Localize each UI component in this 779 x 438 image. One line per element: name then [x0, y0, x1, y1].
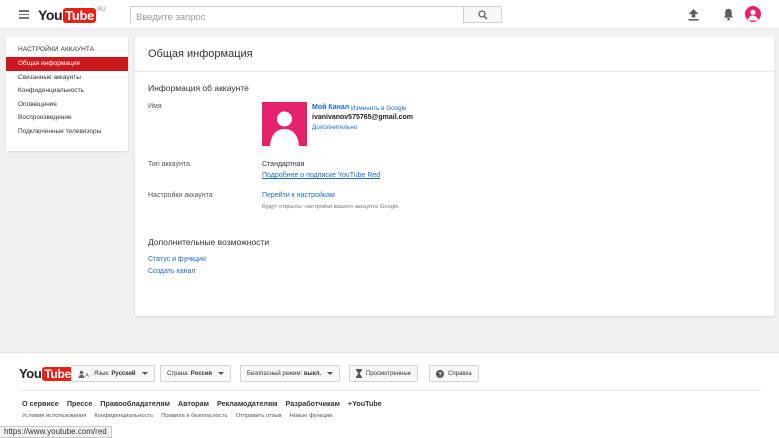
sidebar-item-overview[interactable]: Общая информация: [6, 57, 128, 71]
sidebar-item-privacy[interactable]: Конфиденциальность: [6, 84, 128, 98]
footer-link-press[interactable]: Прессе: [67, 399, 92, 408]
upload-icon[interactable]: [688, 8, 699, 26]
youtube-red-link[interactable]: Подробнее о подписке YouTube Red: [262, 172, 380, 179]
history-button[interactable]: Просмотренные: [349, 365, 419, 382]
status-features-link[interactable]: Статус и функции: [148, 256, 206, 263]
footer-logo[interactable]: You Tube: [19, 366, 73, 381]
hourglass-icon: [356, 369, 362, 378]
search-input[interactable]: [131, 10, 463, 25]
youtube-logo[interactable]: You Tube RU: [38, 7, 106, 23]
channel-avatar[interactable]: [262, 102, 307, 146]
channel-name-link[interactable]: Мой Канал: [312, 104, 349, 111]
top-bar: You Tube RU: [0, 0, 779, 29]
go-to-settings-link[interactable]: Перейти к настройкам: [262, 192, 335, 199]
footer-logo-tube: Tube: [42, 366, 73, 381]
page-title: Общая информация: [148, 48, 253, 60]
name-label: Имя: [148, 103, 162, 110]
footer-link-creators[interactable]: Авторам: [178, 399, 209, 408]
safe-mode-label: Безопасный режим:: [247, 370, 303, 377]
country-label: Страна:: [167, 370, 190, 377]
footer-link-policy-safety[interactable]: Правила и безопасность: [161, 413, 227, 419]
svg-text:A: A: [85, 373, 89, 378]
avatar[interactable]: [745, 6, 761, 22]
footer: You Tube A Язык: Русский Страна: Россия …: [0, 352, 779, 438]
help-button[interactable]: ? Справка: [429, 365, 479, 382]
account-settings-label: Настройки аккаунта: [148, 192, 213, 199]
search-icon: [477, 9, 487, 19]
search-box: [130, 6, 464, 25]
footer-logo-you: You: [19, 366, 42, 381]
sidebar-title: НАСТРОЙКИ АККАУНТА: [18, 46, 95, 53]
create-channel-link[interactable]: Создать канал: [148, 268, 196, 275]
more-link[interactable]: Дополнительно: [312, 124, 357, 131]
account-info-heading: Информация об аккаунте: [148, 83, 249, 93]
footer-divider: [19, 390, 761, 391]
sidebar-item-notifications[interactable]: Оповещения: [6, 98, 128, 112]
footer-secondary-links: Условия использования Конфиденциальность…: [22, 413, 332, 419]
footer-link-privacy[interactable]: Конфиденциальность: [94, 413, 153, 419]
footer-link-developers[interactable]: Разработчикам: [286, 399, 340, 408]
settings-note: Будут открыты: настройки вашего аккаунта…: [262, 204, 401, 210]
logo-region: RU: [97, 7, 106, 13]
footer-link-about[interactable]: О сервисе: [22, 399, 59, 408]
account-email: ivanivanov575765@gmail.com: [312, 114, 413, 121]
country-value: Россия: [190, 370, 213, 377]
overview-panel: Общая информация Информация об аккаунте …: [135, 37, 774, 316]
svg-text:?: ?: [438, 372, 442, 378]
country-button[interactable]: Страна: Россия: [160, 365, 232, 382]
help-label: Справка: [448, 370, 472, 377]
bell-icon[interactable]: [723, 8, 734, 26]
search-button[interactable]: [464, 6, 502, 23]
account-type-value: Стандартная: [262, 161, 305, 168]
title-divider: [135, 71, 774, 72]
status-bar-url: https://www.youtube.com/red: [0, 426, 112, 438]
language-label: Язык:: [94, 370, 110, 377]
footer-link-new-features[interactable]: Новые функции: [290, 413, 333, 419]
sidebar-item-linked-accounts[interactable]: Связанные аккаунты: [6, 71, 128, 85]
logo-you-text: You: [38, 7, 63, 23]
history-label: Просмотренные: [366, 370, 412, 377]
logo-tube-text: Tube: [63, 7, 97, 23]
language-button[interactable]: A Язык: Русский: [71, 365, 155, 382]
footer-link-terms[interactable]: Условия использования: [22, 413, 86, 419]
menu-icon[interactable]: [19, 10, 29, 19]
footer-link-copyright[interactable]: Правообладателям: [100, 399, 170, 408]
language-icon: A: [78, 370, 89, 378]
footer-primary-links: О сервисе Прессе Правообладателям Автора…: [22, 399, 382, 408]
footer-link-plus-youtube[interactable]: +YouTube: [348, 399, 382, 408]
settings-sidebar: НАСТРОЙКИ АККАУНТА Общая информация Связ…: [6, 37, 128, 151]
sidebar-item-connected-tvs[interactable]: Подключенные телевизоры: [6, 125, 128, 139]
language-value: Русский: [111, 370, 136, 377]
chevron-down-icon: [218, 372, 225, 375]
safe-mode-value: выкл.: [303, 370, 322, 377]
help-icon: ?: [436, 369, 444, 378]
edit-in-google-link[interactable]: Изменить в Google: [351, 105, 407, 112]
footer-link-advertise[interactable]: Рекламодателям: [217, 399, 278, 408]
extra-features-heading: Дополнительные возможности: [148, 237, 270, 247]
chevron-down-icon: [141, 372, 148, 375]
safe-mode-button[interactable]: Безопасный режим: выкл.: [240, 365, 341, 382]
account-type-label: Тип аккаунта: [148, 161, 190, 168]
sidebar-item-playback[interactable]: Воспроизведение: [6, 111, 128, 125]
footer-link-feedback[interactable]: Отправить отзыв: [236, 413, 282, 419]
chevron-down-icon: [327, 372, 334, 375]
